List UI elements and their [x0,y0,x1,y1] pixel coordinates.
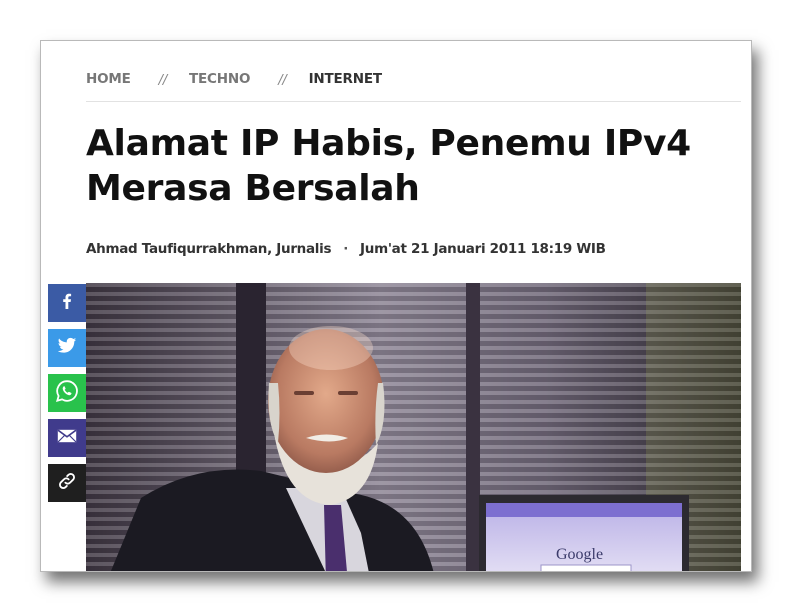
share-whatsapp-button[interactable] [48,374,86,412]
facebook-icon [57,291,77,316]
breadcrumb-separator: // [278,73,287,88]
share-bar [48,284,86,509]
breadcrumb-separator: // [158,73,168,88]
hero-photo: Google [86,283,741,571]
share-twitter-button[interactable] [48,329,86,367]
article-date: Jum'at 21 Januari 2011 18:19 WIB [360,241,606,257]
article-title: Alamat IP Habis, Penemu IPv4 Merasa Bers… [86,123,691,209]
breadcrumb: HOME // TECHNO // INTERNET [86,71,741,102]
whatsapp-icon [55,379,79,408]
share-email-button[interactable] [48,419,86,457]
article-author[interactable]: Ahmad Taufiqurrakhman, Jurnalis [86,241,332,257]
share-facebook-button[interactable] [48,284,86,322]
share-link-button[interactable] [48,464,86,502]
meta-separator: · [343,241,349,257]
link-icon [57,471,77,496]
breadcrumb-internet[interactable]: INTERNET [309,71,382,87]
breadcrumb-home[interactable]: HOME [86,71,131,87]
article-meta: Ahmad Taufiqurrakhman, Jurnalis · Jum'at… [86,241,606,257]
laptop-screen-text: Google [556,546,603,563]
hero-image: Google [86,283,741,571]
article-page: HOME // TECHNO // INTERNET Alamat IP Hab… [40,40,752,572]
twitter-icon [57,337,77,360]
email-icon [57,429,77,448]
breadcrumb-techno[interactable]: TECHNO [189,71,250,87]
